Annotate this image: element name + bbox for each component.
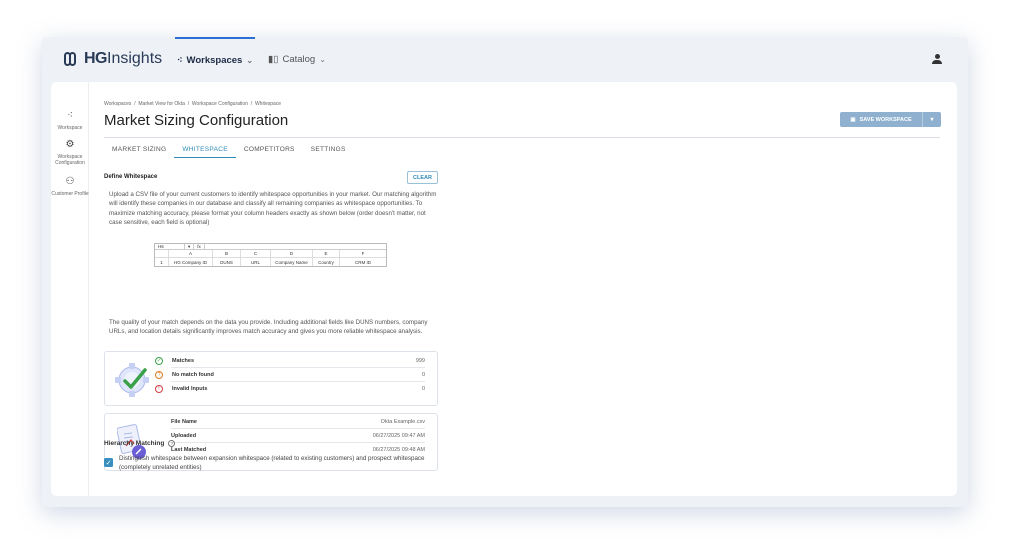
fx-icon: fx	[194, 244, 205, 249]
breadcrumb: Workspaces / Market View for Okta / Work…	[104, 101, 282, 107]
header-cell: Country	[313, 258, 340, 266]
save-workspace-button[interactable]: ▣ SAVE WORKSPACE ▾	[840, 112, 941, 127]
page-title: Market Sizing Configuration	[104, 112, 289, 129]
column-letter: E	[313, 250, 340, 257]
column-letter: F	[361, 251, 365, 256]
logo-text-light: Insights	[107, 50, 163, 67]
hierarchy-matching-title: Hierarchy Matching ?	[104, 440, 176, 447]
nav-workspaces-label: Workspaces	[186, 55, 243, 66]
row-number: 1	[155, 258, 169, 266]
file-label: Last Matched	[171, 447, 207, 453]
main-panel: ⁖ Workspace ⚙ Workspace Configuration ⚇ …	[51, 82, 957, 496]
nav-workspaces[interactable]: ⁖ Workspaces ⌄	[175, 37, 255, 82]
config-tabs: MARKET SIZING WHITESPACE COMPETITORS SET…	[104, 146, 354, 158]
hierarchy-matching-label: Hierarchy Matching	[104, 440, 165, 447]
hierarchy-matching-checkbox-label: Distinguish whitespace between expansion…	[119, 455, 425, 472]
hg-insights-logo[interactable]: HG Insights	[64, 50, 162, 68]
help-icon[interactable]: ?	[168, 440, 176, 447]
clear-button[interactable]: CLEAR	[407, 171, 438, 184]
header-cell: URL	[241, 258, 271, 266]
header-row: 1 HG Company ID DUNS URL Company Name Co…	[155, 258, 386, 266]
sidebar-item-customer-profile[interactable]: ⚇ Customer Profile	[51, 176, 89, 197]
header-cell: DUNS	[213, 258, 241, 266]
tab-whitespace[interactable]: WHITESPACE	[174, 146, 236, 158]
column-letters-row: A B C D E F	[155, 250, 386, 258]
users-icon: ⚇	[65, 176, 75, 187]
header-cell: Company Name	[271, 258, 313, 266]
file-value: 06/27/2025 09:47 AM	[372, 432, 425, 439]
match-quality-description: The quality of your match depends on the…	[109, 319, 428, 336]
top-navigation-bar: HG Insights ⁖ Workspaces ⌄ ▮▯ Catalog ⌄	[42, 37, 968, 82]
sidebar-item-workspace-configuration[interactable]: ⚙ Workspace Configuration	[51, 139, 89, 166]
hierarchy-matching-checkbox[interactable]: ✓	[104, 458, 113, 467]
stat-label: Matches	[172, 357, 195, 364]
tab-settings[interactable]: SETTINGS	[303, 146, 354, 158]
tab-market-sizing[interactable]: MARKET SIZING	[104, 146, 174, 158]
file-value: 06/27/2025 09:48 AM	[372, 447, 425, 453]
file-label: Uploaded	[171, 432, 197, 439]
header-cell: HG Company ID	[169, 258, 213, 266]
check-circle-icon: ✓	[155, 356, 163, 365]
logo-mark-icon	[64, 52, 82, 66]
nav-catalog-label: Catalog	[282, 54, 316, 65]
stat-row-matches: ✓ Matches 999	[155, 354, 425, 368]
upload-description: Upload a CSV file of your current custom…	[109, 191, 437, 226]
left-sidebar: ⁖ Workspace ⚙ Workspace Configuration ⚇ …	[51, 82, 89, 496]
tab-competitors[interactable]: COMPETITORS	[236, 146, 303, 158]
save-icon: ▣	[850, 116, 856, 123]
section-title: Define Whitespace	[104, 174, 158, 180]
file-row-name: File Name Okta Example.csv	[171, 415, 425, 429]
file-label: File Name	[171, 418, 197, 425]
logo-text-bold: HG	[84, 50, 108, 67]
column-letter: A	[169, 250, 213, 257]
nav-catalog[interactable]: ▮▯ Catalog ⌄	[268, 37, 326, 82]
title-divider	[104, 137, 940, 138]
chevron-down-icon: ⌄	[319, 55, 326, 64]
stat-value: 0	[421, 386, 425, 392]
breadcrumb-item[interactable]: Workspace Configuration	[192, 101, 248, 107]
alert-circle-icon: !	[155, 385, 163, 393]
match-results-card: ✓ Matches 999 ? No match found 0 ! Inval…	[104, 351, 438, 406]
workspaces-icon: ⁖	[176, 55, 183, 66]
stat-row-invalid: ! Invalid Inputs 0	[155, 382, 425, 396]
chevron-down-icon: ⌄	[246, 56, 254, 65]
gear-icon: ⚙	[65, 139, 75, 150]
stat-value: 0	[421, 371, 425, 378]
catalog-icon: ▮▯	[268, 54, 279, 65]
sidebar-item-label: Workspace	[57, 124, 83, 131]
workspace-icon: ⁖	[67, 110, 73, 121]
stat-label: No match found	[172, 371, 214, 378]
chevron-down-icon[interactable]: ▾	[923, 116, 941, 123]
stat-value: 999	[415, 357, 425, 364]
sidebar-item-label: Customer Profile	[51, 190, 89, 197]
header-cell: CRM ID	[355, 259, 371, 265]
column-letter: C	[241, 250, 271, 257]
stat-label: Invalid Inputs	[172, 386, 208, 392]
breadcrumb-item[interactable]: Market View for Okta	[138, 101, 185, 107]
gear-check-illustration-icon	[115, 363, 149, 397]
column-letter: D	[271, 250, 313, 257]
save-workspace-main[interactable]: ▣ SAVE WORKSPACE	[840, 112, 923, 127]
breadcrumb-item-current: Whitespace	[254, 101, 282, 107]
file-value: Okta Example.csv	[380, 418, 425, 425]
file-row-uploaded: Uploaded 06/27/2025 09:47 AM	[171, 429, 425, 443]
user-account-icon[interactable]	[932, 54, 942, 65]
question-circle-icon: ?	[155, 370, 163, 379]
column-letter: B	[213, 250, 241, 257]
app-window: HG Insights ⁖ Workspaces ⌄ ▮▯ Catalog ⌄ ⁖…	[42, 37, 968, 507]
cell-reference: H6	[155, 244, 185, 249]
sidebar-item-label: Workspace Configuration	[55, 153, 85, 166]
breadcrumb-item[interactable]: Workspaces	[104, 101, 131, 107]
csv-format-example: H6 ▾ fx A B C D E F 1 HG Company ID DUNS…	[154, 243, 387, 267]
dropdown-icon: ▾	[185, 244, 195, 249]
save-workspace-label: SAVE WORKSPACE	[859, 116, 912, 123]
stat-row-no-match: ? No match found 0	[155, 368, 425, 382]
sidebar-item-workspace[interactable]: ⁖ Workspace	[51, 110, 89, 131]
